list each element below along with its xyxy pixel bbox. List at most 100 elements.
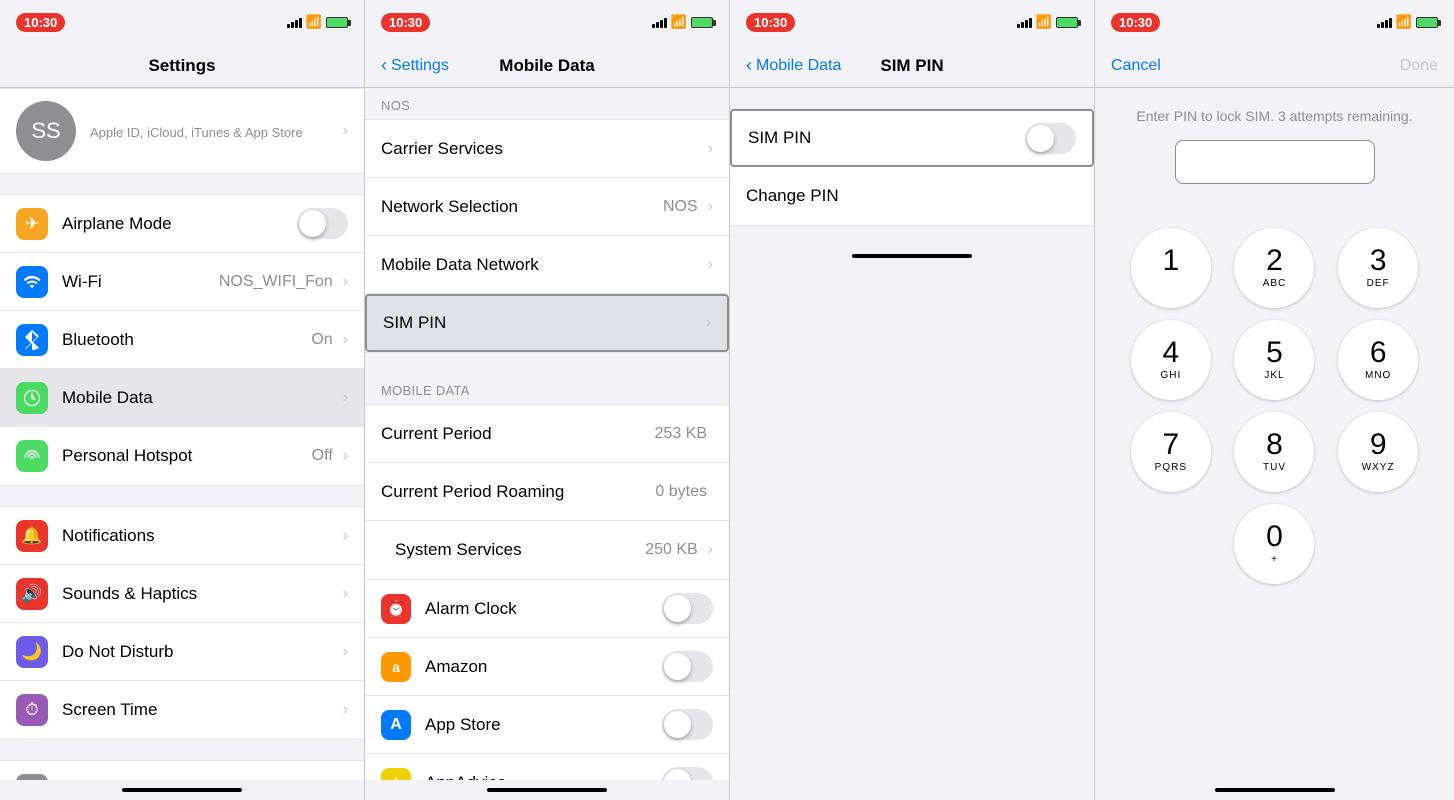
md-appadvice[interactable]: ★ AppAdvice xyxy=(365,754,729,780)
notifications-chevron: › xyxy=(343,527,348,545)
time-1: 10:30 xyxy=(16,13,65,32)
battery-icon-4 xyxy=(1416,17,1438,28)
sounds-chevron: › xyxy=(343,585,348,603)
settings-list: SS Apple ID, iCloud, iTunes & App Store … xyxy=(0,88,364,780)
md-carrier-services[interactable]: Carrier Services › xyxy=(365,120,729,178)
home-indicator-3 xyxy=(852,254,972,258)
simpin-back-button[interactable]: ‹ Mobile Data xyxy=(746,55,841,76)
time-3: 10:30 xyxy=(746,13,795,32)
settings-item-bluetooth[interactable]: Bluetooth On › xyxy=(0,311,364,369)
network-selection-chevron: › xyxy=(708,198,713,216)
nos-label: NOS xyxy=(365,88,729,119)
mobiledata-back-button[interactable]: ‹ Settings xyxy=(381,55,449,76)
change-pin-label: Change PIN xyxy=(746,186,839,206)
sim-pin-panel: 10:30 📶 ‹ Mobile Data SIM PIN SIM PIN xyxy=(730,0,1095,800)
general-icon: ⚙ xyxy=(16,774,48,780)
carrier-chevron: › xyxy=(708,140,713,158)
settings-panel: 10:30 📶 Settings SS Apple ID, iCloud, iT… xyxy=(0,0,365,800)
settings-item-airplane[interactable]: ✈ Airplane Mode xyxy=(0,195,364,253)
current-roaming-label: Current Period Roaming xyxy=(381,482,564,502)
key-7[interactable]: 7 PQRS xyxy=(1131,412,1211,492)
home-indicator-1 xyxy=(122,788,242,792)
back-arrow-icon: ‹ xyxy=(381,55,387,76)
home-indicator-2 xyxy=(487,788,607,792)
wifi-icon-3: 📶 xyxy=(1036,14,1052,30)
settings-item-general[interactable]: ⚙ General › xyxy=(0,761,364,780)
simpin-nav-header: ‹ Mobile Data SIM PIN xyxy=(730,44,1094,88)
md-app-store[interactable]: A App Store xyxy=(365,696,729,754)
key-8[interactable]: 8 TUV xyxy=(1234,412,1314,492)
mobile-data-section-label: MOBILE DATA xyxy=(365,373,729,404)
mobiledata-title: Mobile Data xyxy=(499,56,594,76)
md-network-selection[interactable]: Network Selection NOS › xyxy=(365,178,729,236)
md-simpin-chevron: › xyxy=(706,314,711,332)
wifi-settings-icon xyxy=(16,266,48,298)
settings-item-donotdisturb[interactable]: 🌙 Do Not Disturb › xyxy=(0,623,364,681)
appadvice-toggle[interactable] xyxy=(662,767,713,780)
simpin-toggle[interactable] xyxy=(1025,123,1076,154)
bluetooth-icon xyxy=(16,324,48,356)
wifi-icon-4: 📶 xyxy=(1396,14,1412,30)
simpin-toggle-row[interactable]: SIM PIN xyxy=(730,109,1094,167)
current-roaming-value: 0 bytes xyxy=(655,483,707,501)
md-current-period: Current Period 253 KB xyxy=(365,405,729,463)
settings-group-2: 🔔 Notifications › 🔊 Sounds & Haptics › 🌙… xyxy=(0,506,364,740)
status-icons-3: 📶 xyxy=(1017,14,1078,30)
screentime-chevron: › xyxy=(343,701,348,719)
key-0[interactable]: 0 + xyxy=(1234,504,1314,584)
md-simpin[interactable]: SIM PIN › xyxy=(365,294,729,352)
settings-item-sounds[interactable]: 🔊 Sounds & Haptics › xyxy=(0,565,364,623)
alarm-clock-toggle[interactable] xyxy=(662,593,713,624)
md-amazon[interactable]: a Amazon xyxy=(365,638,729,696)
amazon-toggle[interactable] xyxy=(662,651,713,682)
wifi-label: Wi-Fi xyxy=(62,272,102,292)
network-selection-value: NOS xyxy=(663,198,698,216)
mobiledata-chevron: › xyxy=(343,389,348,407)
mobile-data-network-chevron: › xyxy=(708,256,713,274)
settings-nav-header: Settings xyxy=(0,44,364,88)
airplane-icon: ✈ xyxy=(16,208,48,240)
settings-item-notifications[interactable]: 🔔 Notifications › xyxy=(0,507,364,565)
app-store-toggle[interactable] xyxy=(662,709,713,740)
settings-item-hotspot[interactable]: Personal Hotspot Off › xyxy=(0,427,364,485)
alarm-clock-icon: ⏰ xyxy=(381,594,411,624)
cancel-button[interactable]: Cancel xyxy=(1111,57,1161,75)
battery-icon-2 xyxy=(691,17,713,28)
md-system-services[interactable]: System Services 250 KB › xyxy=(365,521,729,579)
md-simpin-label: SIM PIN xyxy=(383,313,446,333)
battery-icon-3 xyxy=(1056,17,1078,28)
time-4: 10:30 xyxy=(1111,13,1160,32)
settings-item-screentime[interactable]: ⏱ Screen Time › xyxy=(0,681,364,739)
key-1[interactable]: 1 xyxy=(1131,228,1211,308)
key-9[interactable]: 9 WXYZ xyxy=(1338,412,1418,492)
bluetooth-chevron: › xyxy=(343,331,348,349)
done-button[interactable]: Done xyxy=(1400,57,1438,75)
signal-icon-1 xyxy=(287,16,302,28)
key-3[interactable]: 3 DEF xyxy=(1338,228,1418,308)
network-selection-label: Network Selection xyxy=(381,197,518,217)
profile-chevron: › xyxy=(343,122,348,140)
app-store-icon: A xyxy=(381,710,411,740)
simpin-change-pin[interactable]: Change PIN xyxy=(730,167,1094,225)
key-2[interactable]: 2 ABC xyxy=(1234,228,1314,308)
signal-icon-2 xyxy=(652,16,667,28)
screentime-label: Screen Time xyxy=(62,700,157,720)
key-4[interactable]: 4 GHI xyxy=(1131,320,1211,400)
mobile-data-usage-group: Current Period 253 KB Current Period Roa… xyxy=(365,404,729,580)
status-icons-4: 📶 xyxy=(1377,14,1438,30)
settings-item-wifi[interactable]: Wi-Fi NOS_WIFI_Fon › xyxy=(0,253,364,311)
simpin-toggle-label: SIM PIN xyxy=(748,128,811,148)
profile-item[interactable]: SS Apple ID, iCloud, iTunes & App Store … xyxy=(0,88,364,174)
key-6[interactable]: 6 MNO xyxy=(1338,320,1418,400)
wifi-icon-2: 📶 xyxy=(671,14,687,30)
simpin-back-arrow-icon: ‹ xyxy=(746,55,752,76)
status-bar-3: 10:30 📶 xyxy=(730,0,1094,44)
airplane-toggle[interactable] xyxy=(297,208,348,239)
settings-item-mobiledata[interactable]: Mobile Data › xyxy=(0,369,364,427)
key-5[interactable]: 5 JKL xyxy=(1234,320,1314,400)
pin-input-field[interactable] xyxy=(1175,140,1375,184)
donotdisturb-icon: 🌙 xyxy=(16,636,48,668)
md-current-period-roaming: Current Period Roaming 0 bytes xyxy=(365,463,729,521)
md-mobile-data-network[interactable]: Mobile Data Network › xyxy=(365,236,729,294)
md-alarm-clock[interactable]: ⏰ Alarm Clock xyxy=(365,580,729,638)
